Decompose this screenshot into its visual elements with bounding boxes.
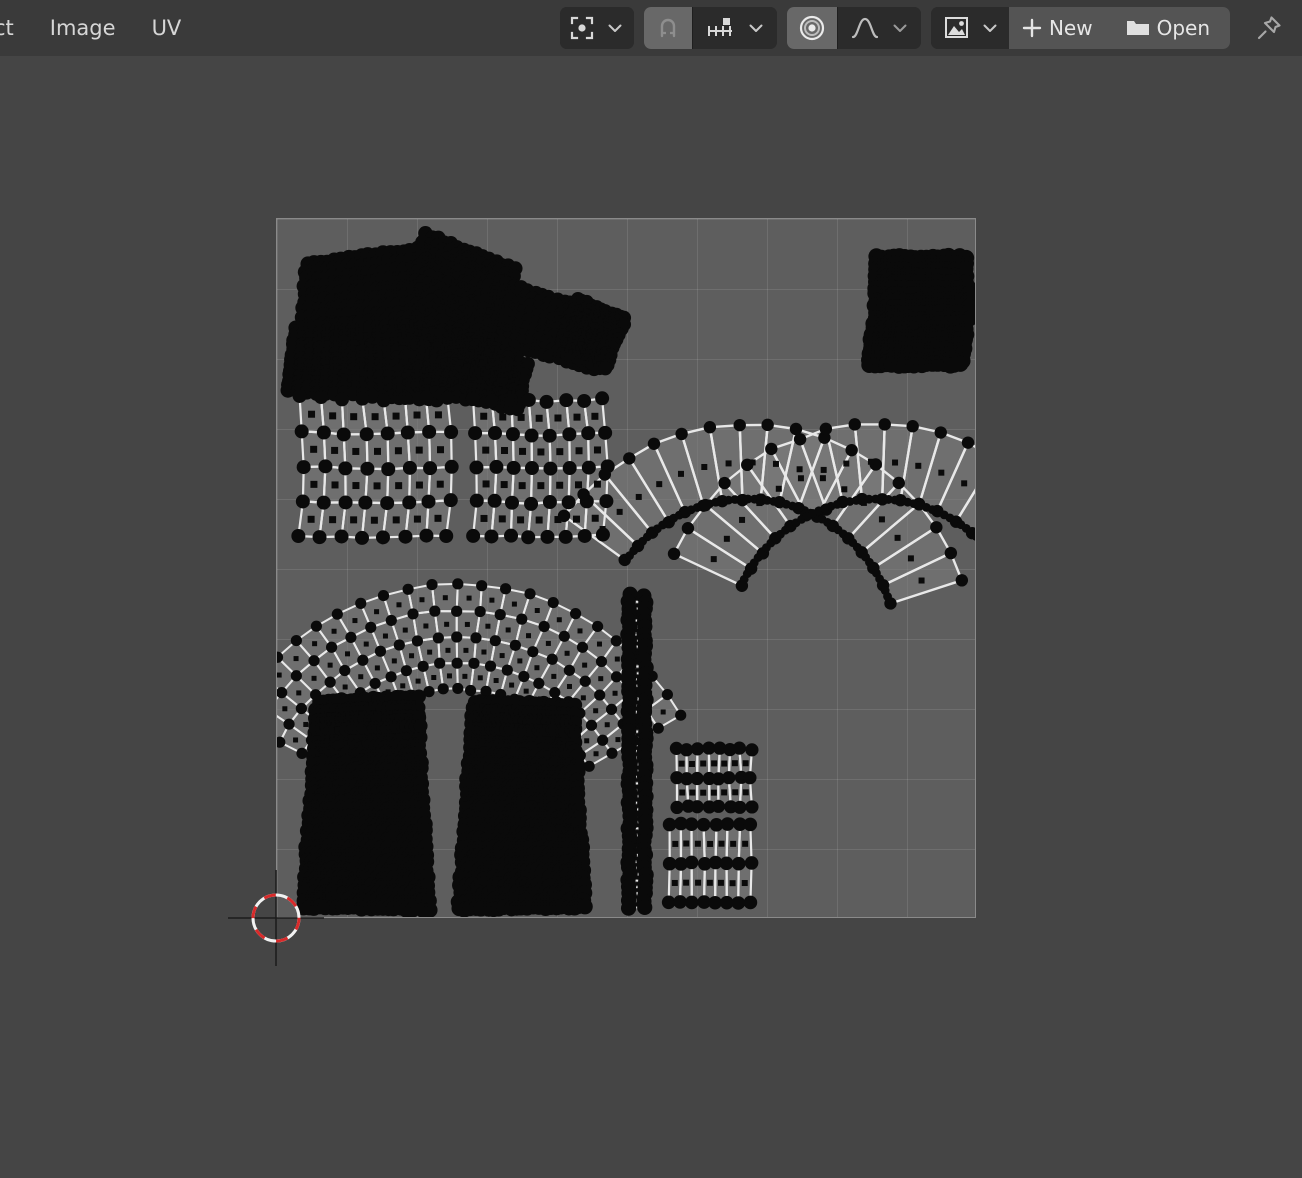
snap-group: [643, 7, 777, 49]
snap-magnet-toggle[interactable]: [643, 7, 692, 49]
proportional-falloff-dropdown[interactable]: [888, 7, 921, 49]
image-browse-icon: [944, 17, 968, 38]
proportional-editing-toggle[interactable]: [786, 7, 837, 49]
chevron-down-icon: [893, 24, 907, 32]
proportional-editing-group: [786, 7, 921, 49]
proportional-editing-icon: [799, 15, 825, 41]
snap-to-button[interactable]: [691, 7, 743, 49]
snap-increment-icon: [707, 18, 732, 36]
uv-canvas-area[interactable]: [228, 218, 976, 966]
uv-image-canvas[interactable]: [276, 218, 976, 918]
image-browse-button[interactable]: [930, 7, 979, 49]
smooth-falloff-icon: [851, 17, 879, 39]
editor-header: ct Image UV: [0, 0, 1302, 56]
pin-image-button[interactable]: [1246, 7, 1292, 49]
uv-select-mode-dropdown[interactable]: [603, 7, 634, 49]
plus-icon: [1022, 18, 1042, 38]
uv-editor-window: ct Image UV: [0, 0, 1302, 1178]
snap-to-dropdown[interactable]: [742, 7, 777, 49]
uv-select-mode-group: [559, 7, 634, 49]
menu-image[interactable]: Image: [32, 0, 134, 56]
new-image-button[interactable]: New: [1008, 7, 1113, 49]
proportional-falloff-button[interactable]: [836, 7, 889, 49]
image-datablock-group: New Open: [930, 7, 1230, 49]
menu-bar: ct Image UV: [0, 0, 199, 56]
menu-uv[interactable]: UV: [134, 0, 200, 56]
open-image-label: Open: [1156, 16, 1210, 40]
new-image-label: New: [1048, 16, 1093, 40]
uv-vertex-select-icon: [570, 16, 594, 40]
magnet-icon: [660, 18, 676, 38]
uv-select-mode-button[interactable]: [559, 7, 604, 49]
pin-icon: [1257, 16, 1281, 40]
open-image-button[interactable]: Open: [1112, 7, 1230, 49]
folder-icon: [1126, 21, 1149, 35]
uv-islands-layer: [277, 226, 975, 917]
menu-select-clipped[interactable]: ct: [0, 0, 32, 56]
chevron-down-icon: [983, 24, 997, 32]
image-browse-dropdown[interactable]: [978, 7, 1009, 49]
chevron-down-icon: [608, 24, 622, 32]
chevron-down-icon: [749, 24, 763, 32]
